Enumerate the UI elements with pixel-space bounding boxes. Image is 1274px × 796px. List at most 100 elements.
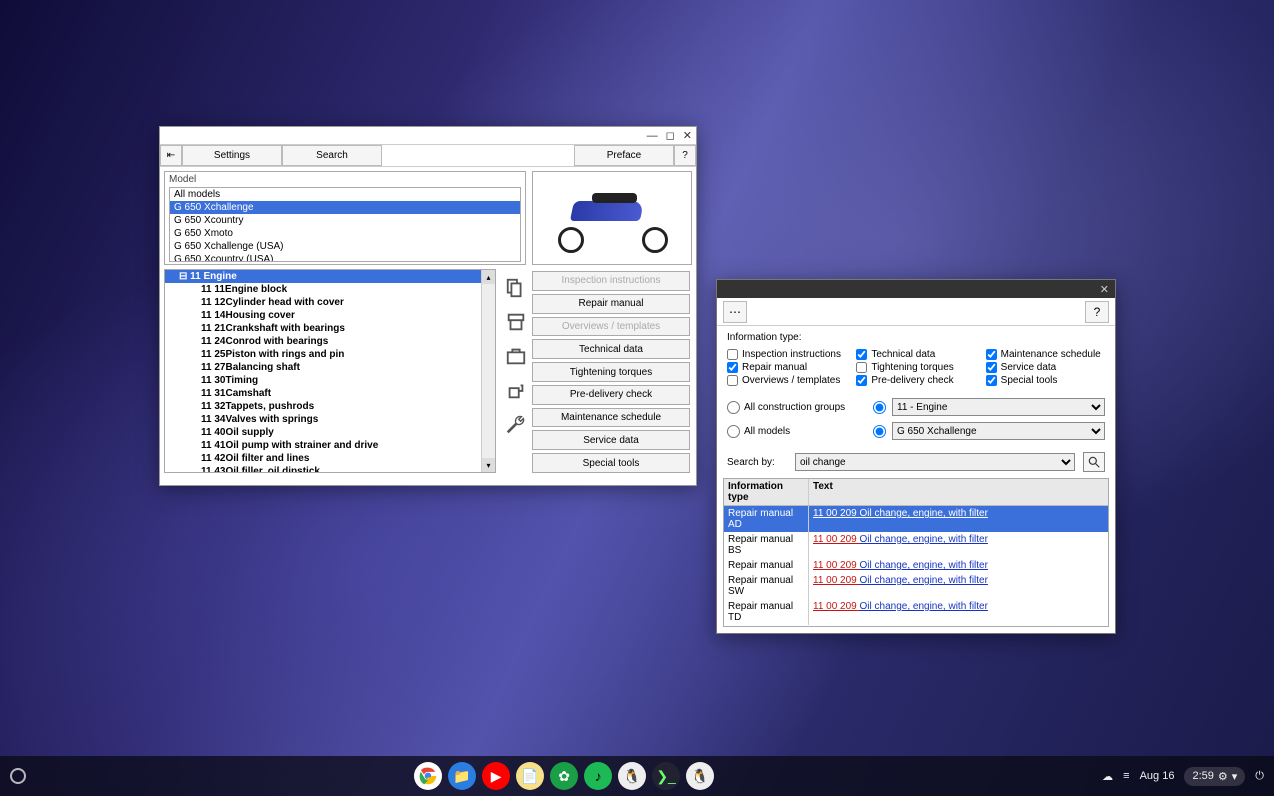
scroll-up-icon[interactable]: ▴ <box>482 270 495 284</box>
tree-node[interactable]: 11 24Conrod with bearings <box>165 335 481 348</box>
chrome-icon[interactable] <box>414 762 442 790</box>
check-inspection[interactable]: Inspection instructions <box>727 349 846 360</box>
tree-panel: ⊟ 11 Engine11 11Engine block11 12Cylinde… <box>164 269 496 473</box>
col-header-text: Text <box>809 479 1108 505</box>
preface-button[interactable]: Preface <box>574 145 674 166</box>
settings-button[interactable]: Settings <box>182 145 282 166</box>
all-groups-radio[interactable]: All construction groups <box>727 401 867 414</box>
all-models-radio[interactable]: All models <box>727 425 867 438</box>
cloud-icon[interactable]: ☁ <box>1102 770 1113 783</box>
model-item[interactable]: All models <box>170 188 520 201</box>
scrollbar[interactable]: ▴ ▾ <box>481 270 495 472</box>
tree-view[interactable]: ⊟ 11 Engine11 11Engine block11 12Cylinde… <box>165 270 481 472</box>
inspection-button: Inspection instructions <box>532 271 690 291</box>
tree-node[interactable]: 11 43Oil filler, oil dipstick <box>165 465 481 472</box>
search-input[interactable]: oil change <box>795 453 1075 471</box>
check-technical[interactable]: Technical data <box>856 349 975 360</box>
check-torques[interactable]: Tightening torques <box>856 362 975 373</box>
special-tools-button[interactable]: Special tools <box>532 453 690 473</box>
close-icon[interactable]: ✕ <box>1100 283 1109 296</box>
model-item[interactable]: G 650 Xchallenge (USA) <box>170 240 520 253</box>
model-radio[interactable] <box>873 425 886 438</box>
penguin-icon[interactable]: 🐧 <box>618 762 646 790</box>
tree-node[interactable]: 11 40Oil supply <box>165 426 481 439</box>
status-pill[interactable]: 2:59 ⚙ ▾ <box>1184 767 1245 786</box>
tree-node[interactable]: 11 42Oil filter and lines <box>165 452 481 465</box>
notes-icon[interactable]: 📄 <box>516 762 544 790</box>
wrench-icon[interactable] <box>505 413 527 435</box>
help-button[interactable]: ? <box>674 145 696 166</box>
terminal-icon[interactable]: ❯_ <box>652 762 680 790</box>
spotify-icon[interactable]: ♪ <box>584 762 612 790</box>
files-icon[interactable]: 📁 <box>448 762 476 790</box>
tree-node[interactable]: 11 31Camshaft <box>165 387 481 400</box>
tree-node[interactable]: 11 34Valves with springs <box>165 413 481 426</box>
result-row[interactable]: Repair manual BS11 00 209 Oil change, en… <box>724 532 1108 558</box>
search-go-button[interactable] <box>1083 452 1105 472</box>
group-radio[interactable] <box>873 401 886 414</box>
model-list[interactable]: All modelsG 650 XchallengeG 650 Xcountry… <box>169 187 521 262</box>
model-item[interactable]: G 650 Xchallenge <box>170 201 520 214</box>
info-type-label: Information type: <box>727 332 1105 343</box>
check-overviews[interactable]: Overviews / templates <box>727 375 846 386</box>
youtube-icon[interactable]: ▶ <box>482 762 510 790</box>
exit-icon[interactable]: ⇤ <box>160 145 182 166</box>
action-buttons: Inspection instructions Repair manual Ov… <box>532 269 696 477</box>
taskbar-time: 2:59 <box>1192 770 1213 782</box>
launcher-icon[interactable] <box>10 768 26 784</box>
tree-node[interactable]: 11 21Crankshaft with bearings <box>165 322 481 335</box>
check-special[interactable]: Special tools <box>986 375 1105 386</box>
minimize-icon[interactable]: — <box>647 130 658 142</box>
tree-node[interactable]: 11 41Oil pump with strainer and drive <box>165 439 481 452</box>
power-icon[interactable]: ⏻ <box>1255 770 1264 783</box>
dock: 📁 ▶ 📄 ✿ ♪ 🐧 ❯_ 🐧 <box>26 762 1102 790</box>
overviews-button: Overviews / templates <box>532 317 690 337</box>
check-repair[interactable]: Repair manual <box>727 362 846 373</box>
result-row[interactable]: Repair manual TD11 00 209 Oil change, en… <box>724 599 1108 625</box>
search-button[interactable]: Search <box>282 145 382 166</box>
tree-node[interactable]: 11 32Tappets, pushrods <box>165 400 481 413</box>
measure-icon[interactable] <box>505 311 527 333</box>
help-button[interactable]: ? <box>1085 301 1109 323</box>
taskbar: 📁 ▶ 📄 ✿ ♪ 🐧 ❯_ 🐧 ☁ ≡ Aug 16 2:59 ⚙ ▾ ⏻ <box>0 756 1274 796</box>
tree-node[interactable]: 11 12Cylinder head with cover <box>165 296 481 309</box>
check-predelivery[interactable]: Pre-delivery check <box>856 375 975 386</box>
technical-data-button[interactable]: Technical data <box>532 339 690 359</box>
tree-node[interactable]: 11 14Housing cover <box>165 309 481 322</box>
group-select[interactable]: 11 - Engine <box>892 398 1105 416</box>
maximize-icon[interactable]: ◻ <box>666 129 675 142</box>
predelivery-check-button[interactable]: Pre-delivery check <box>532 385 690 405</box>
penguin2-icon[interactable]: 🐧 <box>686 762 714 790</box>
check-service[interactable]: Service data <box>986 362 1105 373</box>
maintenance-schedule-button[interactable]: Maintenance schedule <box>532 408 690 428</box>
window2-titlebar: ✕ <box>717 280 1115 298</box>
result-row[interactable]: Repair manual AD11 00 209 Oil change, en… <box>724 506 1108 532</box>
toolbox-icon[interactable] <box>505 345 527 367</box>
pump-icon[interactable] <box>505 379 527 401</box>
tree-node[interactable]: 11 30Timing <box>165 374 481 387</box>
scroll-down-icon[interactable]: ▾ <box>482 458 495 472</box>
result-row[interactable]: Repair manual11 00 209 Oil change, engin… <box>724 558 1108 573</box>
model-panel: Model All modelsG 650 XchallengeG 650 Xc… <box>164 171 526 265</box>
tree-node[interactable]: 11 27Balancing shaft <box>165 361 481 374</box>
result-row[interactable]: Repair manual SW11 00 209 Oil change, en… <box>724 573 1108 599</box>
taskbar-date[interactable]: Aug 16 <box>1140 770 1175 782</box>
model-select[interactable]: G 650 Xchallenge <box>892 422 1105 440</box>
tightening-torques-button[interactable]: Tightening torques <box>532 362 690 382</box>
model-item[interactable]: G 650 Xcountry (USA) <box>170 253 520 262</box>
search-by-label: Search by: <box>727 457 787 468</box>
tree-node[interactable]: 11 25Piston with rings and pin <box>165 348 481 361</box>
tree-node[interactable]: 11 11Engine block <box>165 283 481 296</box>
overview-icon[interactable]: ≡ <box>1123 770 1129 782</box>
document-group-icon[interactable] <box>505 277 527 299</box>
check-maintenance[interactable]: Maintenance schedule <box>986 349 1105 360</box>
repair-manual-button[interactable]: Repair manual <box>532 294 690 314</box>
model-item[interactable]: G 650 Xcountry <box>170 214 520 227</box>
service-data-button[interactable]: Service data <box>532 430 690 450</box>
tree-root[interactable]: ⊟ 11 Engine <box>165 270 481 283</box>
leaf-icon[interactable]: ✿ <box>550 762 578 790</box>
close-icon[interactable]: ✕ <box>683 129 692 142</box>
model-item[interactable]: G 650 Xmoto <box>170 227 520 240</box>
model-label: Model <box>169 174 521 185</box>
overflow-menu-icon[interactable]: ⋯ <box>723 301 747 323</box>
